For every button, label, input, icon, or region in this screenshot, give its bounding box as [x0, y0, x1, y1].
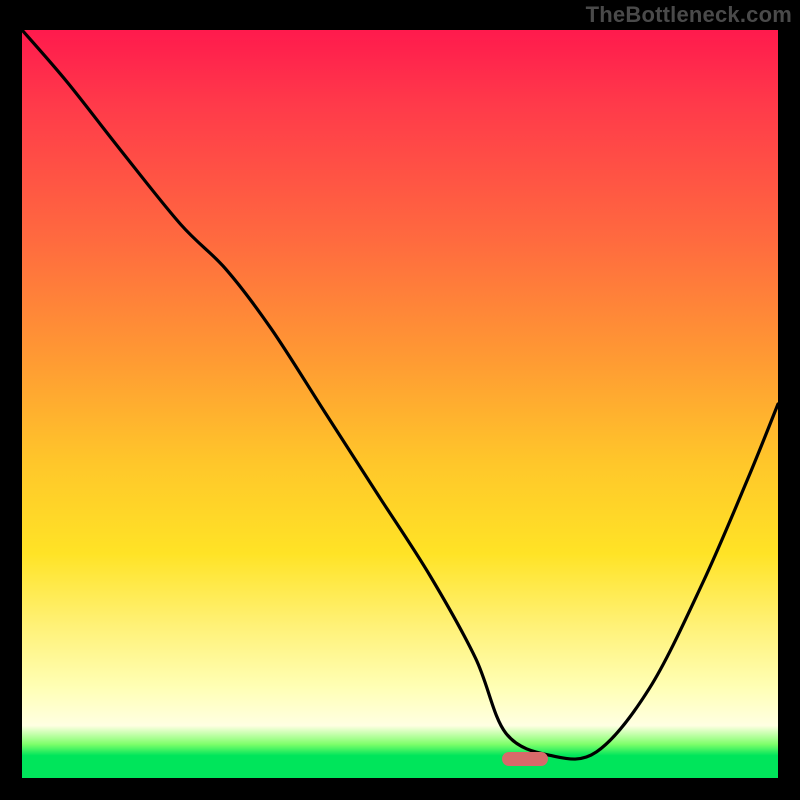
optimum-marker: [502, 752, 548, 766]
bottleneck-curve: [22, 30, 778, 778]
plot-area: [22, 30, 778, 778]
chart-frame: TheBottleneck.com: [0, 0, 800, 800]
attribution-text: TheBottleneck.com: [586, 2, 792, 28]
